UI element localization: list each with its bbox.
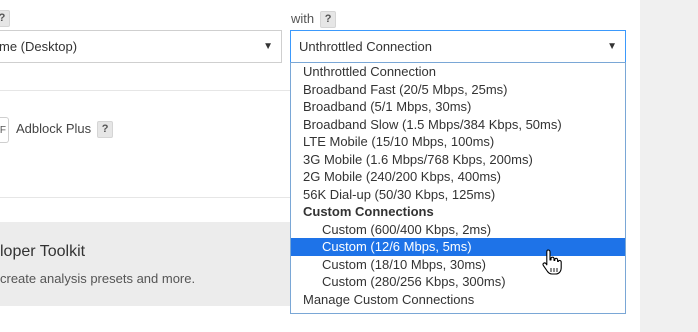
developer-toolkit-promo: loper Toolkit create analysis presets an…	[0, 222, 290, 306]
connection-dropdown-list: Unthrottled Connection Broadband Fast (20…	[290, 62, 626, 314]
dropdown-option[interactable]: Broadband (5/1 Mbps, 30ms)	[291, 98, 625, 116]
connection-select-value: Unthrottled Connection	[299, 39, 432, 54]
dropdown-option[interactable]: LTE Mobile (15/10 Mbps, 100ms)	[291, 133, 625, 151]
browser-help-icon[interactable]: ?	[0, 10, 10, 27]
dropdown-option[interactable]: Broadband Fast (20/5 Mbps, 25ms)	[291, 81, 625, 99]
browser-select-value: me (Desktop)	[0, 39, 78, 54]
connection-label: with	[291, 11, 315, 26]
adblock-toggle[interactable]: F	[0, 117, 9, 143]
adblock-row: Adblock Plus?	[16, 121, 114, 139]
dropdown-option[interactable]: 56K Dial-up (50/30 Kbps, 125ms)	[291, 186, 625, 204]
dropdown-option[interactable]: Unthrottled Connection	[291, 63, 625, 81]
dropdown-option[interactable]: Custom (600/400 Kbps, 2ms)	[291, 221, 625, 239]
developer-toolkit-text: create analysis presets and more.	[0, 271, 196, 286]
dropdown-group-header: Custom Connections	[303, 204, 434, 219]
section-divider	[0, 90, 290, 91]
hand-pointer-cursor-icon	[542, 249, 562, 275]
section-divider	[0, 197, 290, 198]
dropdown-option[interactable]: 2G Mobile (240/200 Kbps, 400ms)	[291, 168, 625, 186]
dropdown-option[interactable]: Custom (18/10 Mbps, 30ms)	[291, 256, 625, 274]
dropdown-option[interactable]: Custom (280/256 Kbps, 300ms)	[291, 273, 625, 291]
browser-select[interactable]: me (Desktop) ▼	[0, 30, 282, 63]
adblock-label: Adblock Plus	[16, 121, 92, 136]
dropdown-option[interactable]: Broadband Slow (1.5 Mbps/384 Kbps, 50ms)	[291, 116, 625, 134]
chevron-down-icon: ▼	[607, 41, 617, 52]
developer-toolkit-title: loper Toolkit	[0, 243, 86, 260]
settings-panel: ? with? me (Desktop) ▼ Unthrottled Conne…	[0, 0, 640, 332]
page-gutter	[640, 0, 698, 332]
connection-help-icon[interactable]: ?	[320, 11, 337, 29]
dropdown-option[interactable]: 3G Mobile (1.6 Mbps/768 Kbps, 200ms)	[291, 151, 625, 169]
chevron-down-icon: ▼	[263, 41, 273, 52]
adblock-help-icon[interactable]: ?	[97, 121, 114, 139]
connection-label-row: with?	[291, 11, 337, 29]
connection-select[interactable]: Unthrottled Connection ▼	[290, 30, 626, 63]
dropdown-option[interactable]: Manage Custom Connections	[291, 291, 625, 309]
dropdown-option[interactable]: Custom (12/6 Mbps, 5ms)	[291, 238, 625, 256]
